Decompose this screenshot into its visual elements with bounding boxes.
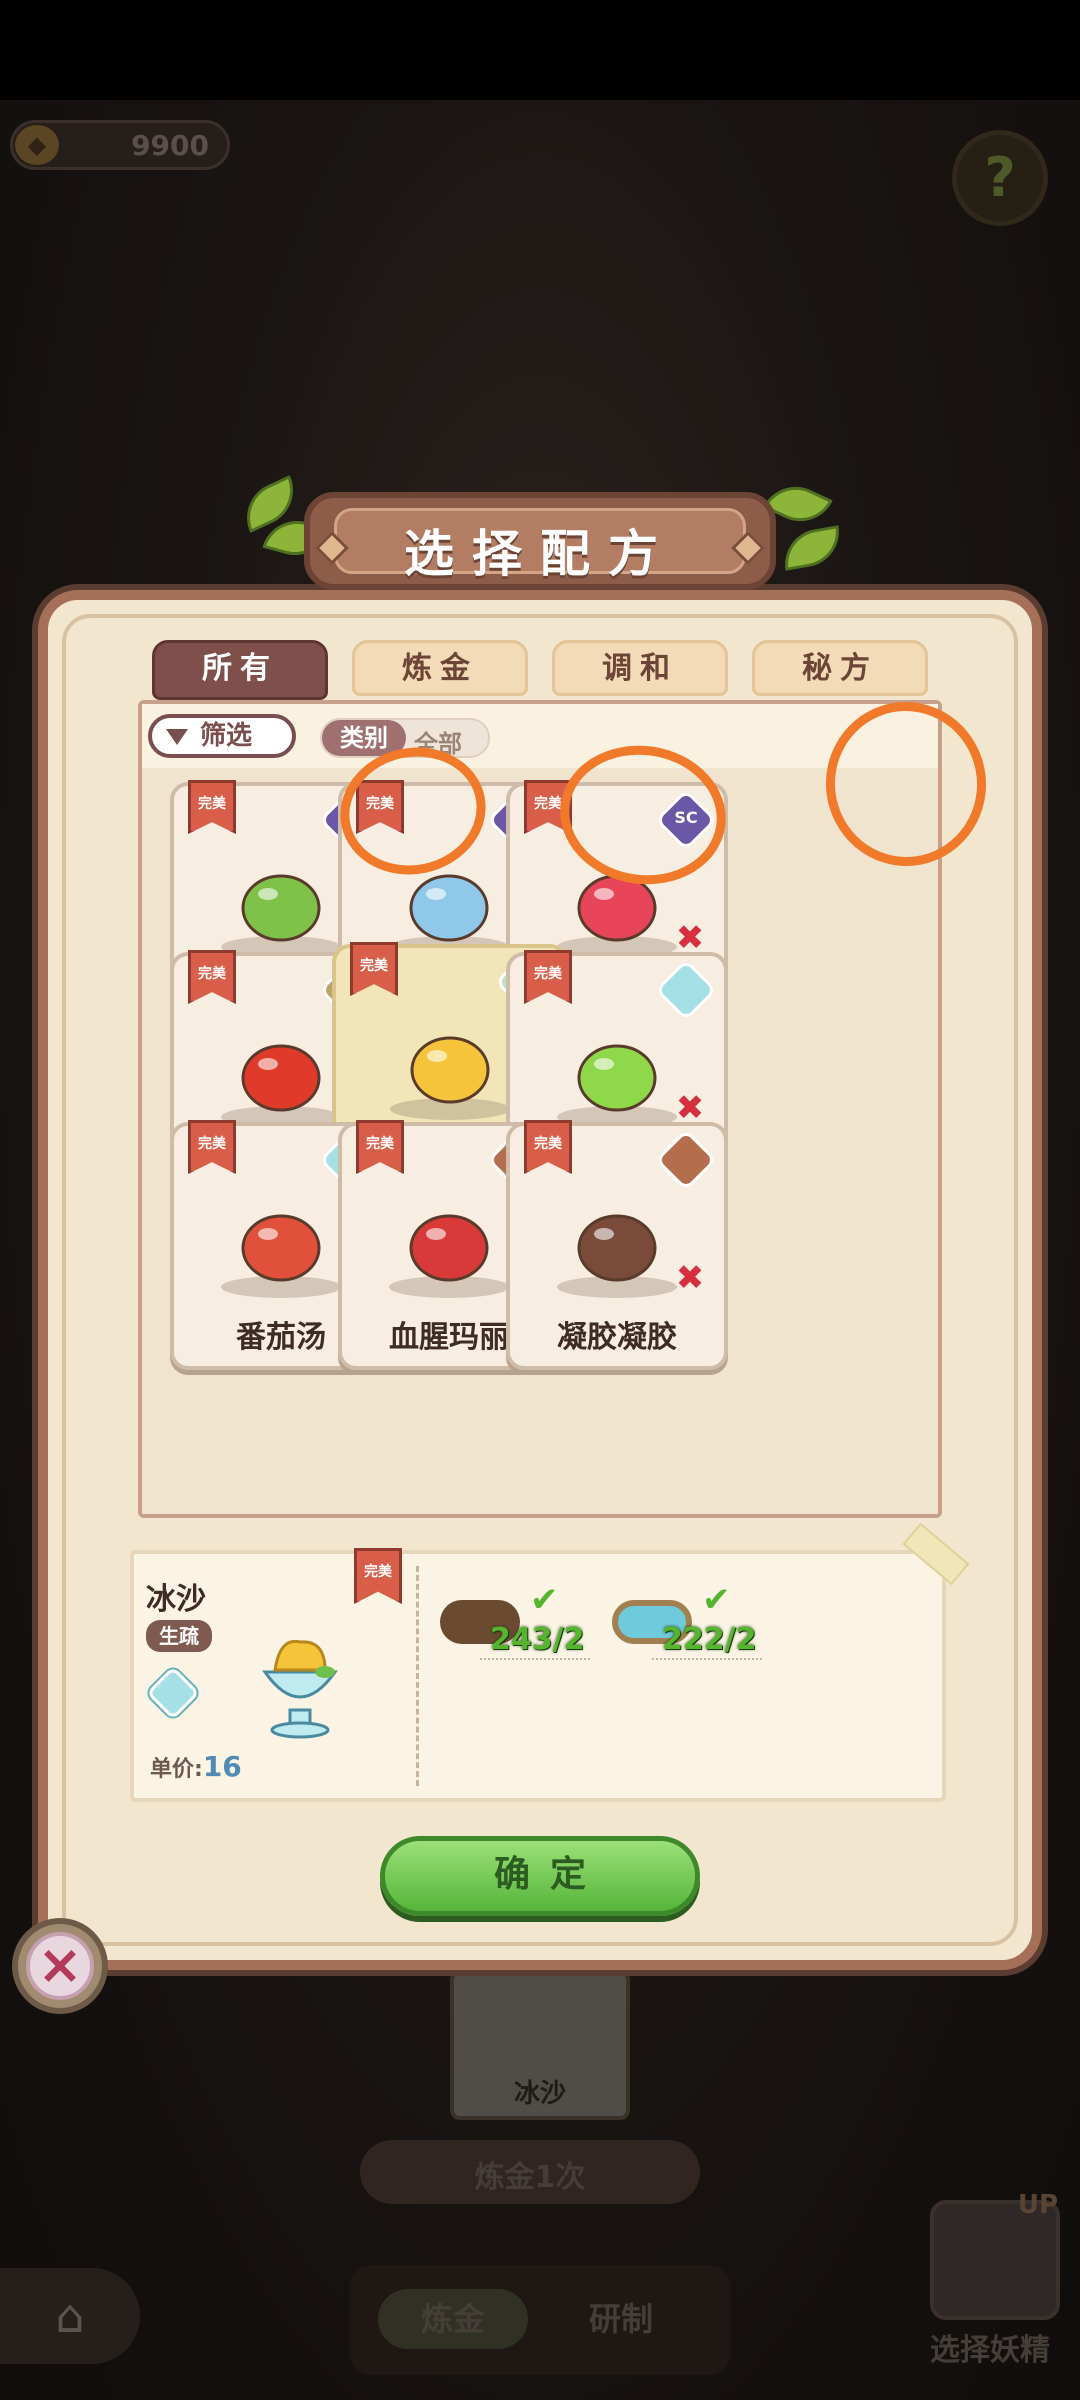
cross-icon: ✖ [675, 1258, 705, 1298]
perfect-ribbon: 完美 [350, 942, 398, 996]
perfect-ribbon: 完美 [524, 1120, 572, 1174]
filter-icon [166, 728, 188, 745]
shaved-ice-icon [410, 1036, 490, 1104]
game-screen: ◆ 9900 ? 冰沙 炼金1次 ⌂ 炼金 研制 UP 选择妖精 选择配方 所有… [0, 0, 1080, 2400]
selected-recipe-name: 冰沙 [146, 1582, 206, 1617]
shaved-ice-icon [262, 1639, 338, 1739]
perfect-ribbon-text: 完美 [198, 966, 226, 982]
ingredient-2-count: 222/2 [662, 1622, 757, 1657]
confirm-button[interactable]: 确定 [380, 1836, 700, 1916]
selected-recipe-ribbon-text: 完美 [364, 1564, 392, 1580]
filter-button[interactable]: 筛选 [148, 714, 296, 758]
ingredient-1-count: 243/2 [490, 1622, 585, 1657]
tomato-soup-icon [241, 1214, 321, 1282]
close-button[interactable]: × [12, 1918, 108, 2014]
element-badge-icon [654, 958, 718, 1022]
perfect-ribbon-text: 完美 [534, 1136, 562, 1152]
ketchup-bottle-icon [241, 1044, 321, 1112]
tab-all[interactable]: 所有 [152, 640, 328, 700]
dialog-title-banner: 选择配方 [304, 492, 776, 590]
perfect-ribbon-text: 完美 [198, 796, 226, 812]
panel-divider [416, 1566, 419, 1786]
ingredient-1: ✔ 243/2 [440, 1580, 590, 1666]
perfect-ribbon: 完美 [188, 950, 236, 1004]
perfect-ribbon: 完美 [188, 780, 236, 834]
recipe-grid: 完美SC✔植物生长剂完美SC✖弹力凝胶完美SC✖超Q弹果冻完美✔番茄酱完美✔冰沙… [142, 768, 938, 1514]
perfect-ribbon: 完美 [356, 1120, 404, 1174]
filter-label: 筛选 [200, 721, 253, 751]
perfect-ribbon-text: 完美 [534, 966, 562, 982]
ingredient-1-check-icon: ✔ [530, 1580, 559, 1620]
perfect-ribbon: 完美 [188, 1120, 236, 1174]
ingredient-2-check-icon: ✔ [702, 1580, 731, 1620]
status-bar-area [0, 0, 1080, 100]
unit-price-label: 单价: [150, 1757, 203, 1782]
cross-icon: ✖ [675, 918, 705, 958]
tab-alchemy[interactable]: 炼金 [352, 640, 528, 696]
ingredient-2-underline [652, 1658, 762, 1660]
close-icon: × [26, 1932, 94, 2000]
proficiency-tag: 生疏 [146, 1620, 212, 1652]
recipe-name: 凝胶凝胶 [557, 1320, 677, 1355]
green-potion-icon [577, 1044, 657, 1112]
tab-mix[interactable]: 调和 [552, 640, 728, 696]
dialog-title: 选择配方 [404, 525, 676, 583]
bloody-mary-icon [409, 1214, 489, 1282]
unit-price-value: 16 [202, 1750, 242, 1783]
perfect-ribbon-text: 完美 [198, 1136, 226, 1152]
perfect-ribbon-text: 完美 [366, 1136, 394, 1152]
tab-secret[interactable]: 秘方 [752, 640, 928, 696]
perfect-ribbon: 完美 [524, 950, 572, 1004]
plant-potion-icon [241, 874, 321, 942]
element-badge-icon [654, 1128, 718, 1192]
ingredient-2: ✔ 222/2 [612, 1580, 762, 1666]
recipe-card[interactable]: 完美 ✖ 凝胶凝胶 [506, 1120, 728, 1370]
unit-price: 单价:16 [150, 1750, 242, 1783]
chocolate-cube-icon [577, 1214, 657, 1282]
cross-icon: ✖ [675, 1088, 705, 1128]
perfect-ribbon-text: 完美 [360, 958, 388, 974]
ingredient-1-underline [480, 1658, 590, 1660]
